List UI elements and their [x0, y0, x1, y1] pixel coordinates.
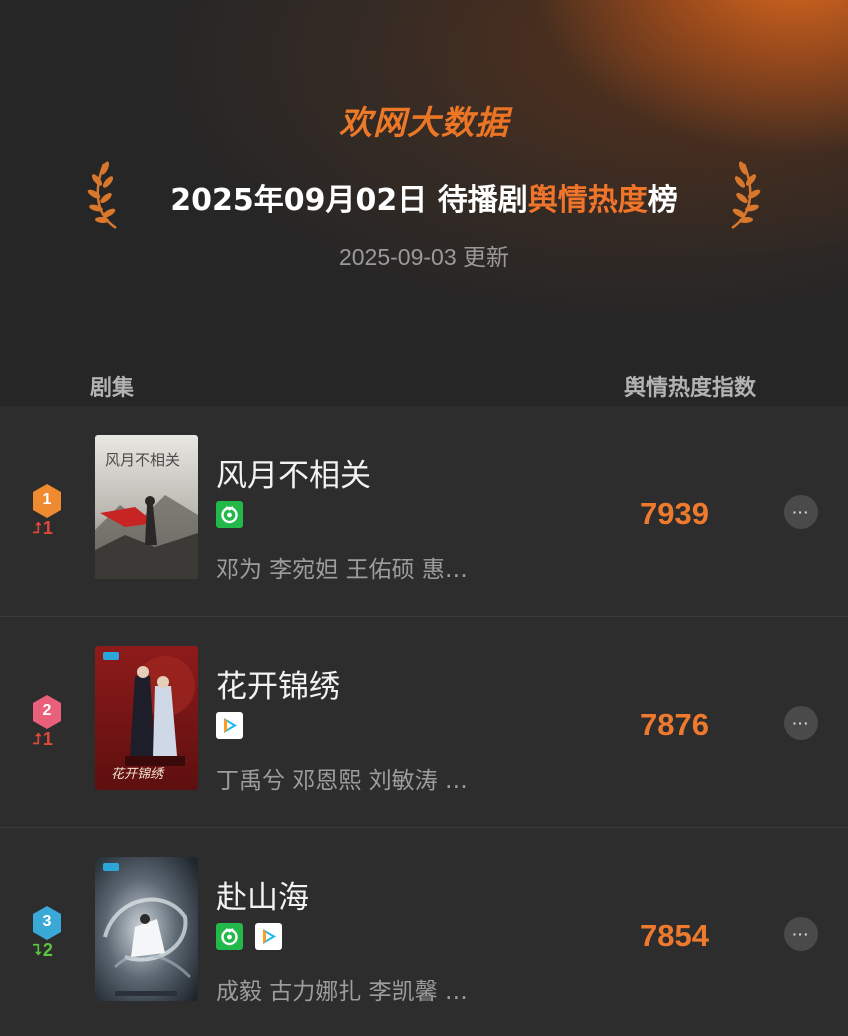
rank-badge: 1: [31, 483, 63, 519]
rank-change: ⮥ 1: [33, 729, 63, 750]
heat-score: 7876: [640, 707, 709, 742]
more-options-button[interactable]: ···: [784, 495, 818, 529]
more-options-button[interactable]: ···: [784, 917, 818, 951]
rank-number: 1: [42, 491, 52, 508]
heat-score: 7939: [640, 496, 709, 531]
update-date: 2025-09-03 更新: [338, 244, 510, 270]
poster-image[interactable]: 风月不相关: [95, 435, 198, 579]
tencent-video-icon: [255, 923, 282, 950]
show-title[interactable]: 赴山海: [216, 872, 309, 917]
ranking-row[interactable]: 3 ⮧ 2 赴山海 成毅 古力娜扎 李凯馨 … 7854 ···: [0, 828, 848, 1036]
rank-up-arrow-icon: ⮥: [33, 520, 42, 537]
platform-list: [216, 712, 243, 739]
more-options-button[interactable]: ···: [784, 706, 818, 740]
heat-score: 7854: [640, 918, 709, 953]
rank-change-value: 1: [42, 518, 53, 538]
page-title: 2025年09月02日 待播剧舆情热度榜: [0, 175, 848, 219]
iqiyi-icon: [216, 501, 243, 528]
platform-list: [216, 923, 282, 950]
ranking-list: 1 ⮥ 1 风月不相关 风月不相关 邓为 李宛妲 王佑硕 惠… 7939 ···…: [0, 406, 848, 1036]
cast-list: 邓为 李宛妲 王佑硕 惠…: [216, 557, 468, 583]
show-title[interactable]: 风月不相关: [216, 450, 371, 495]
rank-up-arrow-icon: ⮥: [33, 731, 42, 748]
rank-number: 3: [42, 913, 52, 930]
iqiyi-icon: [216, 923, 243, 950]
rank-badge: 3: [31, 905, 63, 941]
ranking-row[interactable]: 1 ⮥ 1 风月不相关 风月不相关 邓为 李宛妲 王佑硕 惠… 7939 ···: [0, 406, 848, 617]
show-title[interactable]: 花开锦绣: [216, 661, 340, 706]
poster-image[interactable]: 花开锦绣: [95, 646, 198, 790]
cast-list: 成毅 古力娜扎 李凯馨 …: [216, 979, 468, 1005]
column-header-index: 舆情热度指数: [623, 376, 756, 401]
column-header-show: 剧集: [90, 376, 135, 401]
rank-change-value: 2: [42, 940, 53, 960]
rank-change: ⮧ 2: [33, 940, 63, 961]
rank-badge: 2: [31, 694, 63, 730]
cast-list: 丁禹兮 邓恩熙 刘敏涛 …: [216, 768, 468, 794]
poster-title-text: 风月不相关: [105, 451, 180, 469]
tencent-video-icon: [216, 712, 243, 739]
title-suffix: 榜: [647, 183, 678, 218]
rank-change: ⮥ 1: [33, 518, 63, 539]
rank-change-value: 1: [42, 729, 53, 749]
rank-number: 2: [42, 702, 52, 719]
title-prefix: 2025年09月02日 待播剧: [170, 183, 528, 218]
platform-list: [216, 501, 243, 528]
poster-title-text: 花开锦绣: [111, 767, 165, 782]
ranking-row[interactable]: 2 ⮥ 1 花开锦绣 花开锦绣 丁禹兮 邓恩熙 刘敏涛 … 7876 ···: [0, 617, 848, 828]
rank-down-arrow-icon: ⮧: [33, 942, 42, 959]
poster-image[interactable]: [95, 857, 198, 1001]
title-highlight: 舆情热度: [527, 183, 648, 218]
brand-logo: 欢网大数据: [0, 96, 848, 144]
